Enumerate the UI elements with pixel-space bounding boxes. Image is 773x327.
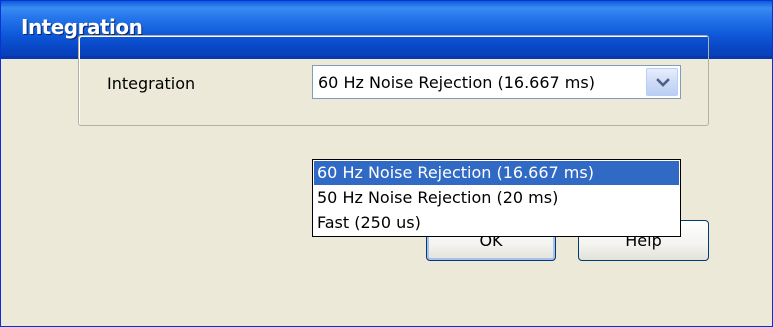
dropdown-option-fast[interactable]: Fast (250 us) [314,211,679,235]
integration-dropdown-list: 60 Hz Noise Rejection (16.667 ms) 50 Hz … [312,159,681,237]
integration-label: Integration [107,74,196,93]
dropdown-button[interactable] [646,68,678,96]
dropdown-option-50hz[interactable]: 50 Hz Noise Rejection (20 ms) [314,186,679,210]
integration-select-value: 60 Hz Noise Rejection (16.667 ms) [318,73,595,92]
dropdown-option-60hz[interactable]: 60 Hz Noise Rejection (16.667 ms) [314,161,679,185]
chevron-down-icon [656,78,670,87]
integration-select[interactable]: 60 Hz Noise Rejection (16.667 ms) [312,65,681,99]
